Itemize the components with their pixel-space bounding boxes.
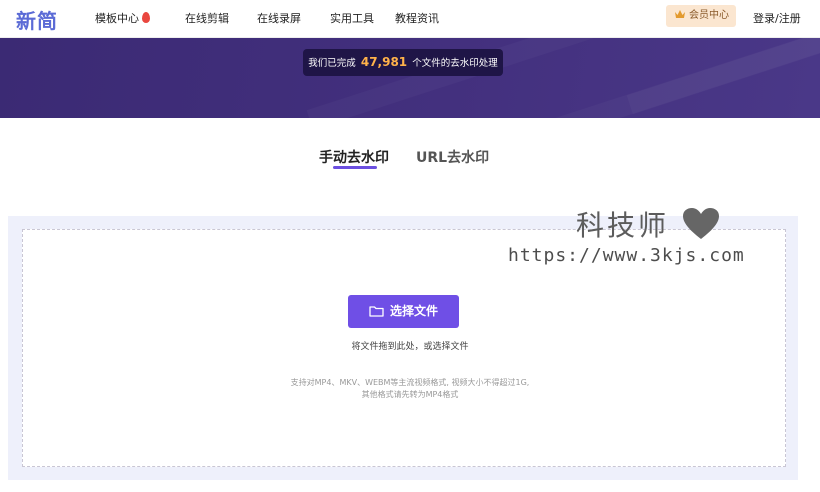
- nav-item-templates[interactable]: 模板中心: [95, 10, 150, 26]
- drag-drop-hint: 将文件拖到此处，或选择文件: [351, 342, 469, 352]
- top-navbar: 新简 模板中心 在线剪辑 在线录屏 实用工具 教程资讯 会员中心 登录/注册: [0, 0, 820, 38]
- choose-file-label: 选择文件: [389, 304, 438, 318]
- watermark-url: https://www.3kjs.com: [508, 245, 745, 266]
- tab-url-watermark-removal[interactable]: URL去水印: [416, 147, 489, 167]
- nav-item-tutorials[interactable]: 教程资讯: [395, 10, 439, 26]
- supported-formats-note: 其他格式请先转为MP4格式: [361, 390, 459, 399]
- active-tab-indicator: [333, 166, 377, 169]
- nav-item-online-edit[interactable]: 在线剪辑: [185, 10, 229, 26]
- hero-banner: 我们已完成 47,981 个文件的去水印处理: [0, 38, 820, 118]
- counter-prefix: 我们已完成: [308, 58, 356, 69]
- vip-center-label: 会员中心: [689, 10, 729, 21]
- counter-value: 47,981: [360, 55, 408, 69]
- crown-icon: [675, 10, 685, 18]
- tab-manual-watermark-removal[interactable]: 手动去水印: [319, 147, 389, 167]
- login-register-link[interactable]: 登录/注册: [753, 10, 801, 26]
- site-logo[interactable]: 新简: [16, 5, 58, 34]
- choose-file-button[interactable]: 选择文件: [348, 295, 459, 328]
- folder-icon: [369, 306, 384, 317]
- nav-item-label: 模板中心: [95, 12, 139, 25]
- heart-icon: [683, 208, 719, 239]
- nav-item-tools[interactable]: 实用工具: [330, 10, 374, 26]
- nav-item-screen-record[interactable]: 在线录屏: [257, 10, 301, 26]
- vip-center-button[interactable]: 会员中心: [666, 5, 736, 27]
- processed-files-counter: 我们已完成 47,981 个文件的去水印处理: [303, 49, 503, 76]
- flame-icon: [142, 12, 150, 23]
- supported-formats-text: 支持对MP4、MKV、WEBM等主流视频格式, 视频大小不得超过1G,: [290, 378, 530, 387]
- counter-suffix: 个文件的去水印处理: [412, 58, 498, 69]
- banner-decoration: [627, 38, 820, 114]
- watermark-title: 科技师: [576, 209, 670, 242]
